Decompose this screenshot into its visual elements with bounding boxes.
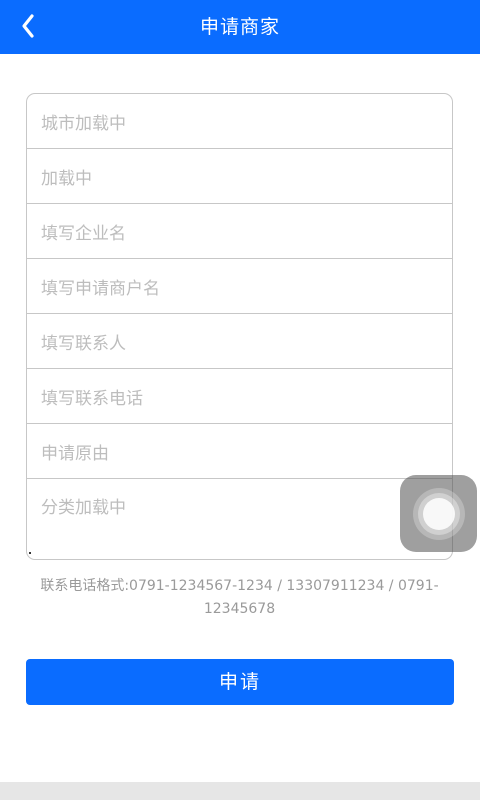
assistive-touch-button[interactable] — [400, 475, 477, 552]
header-bar: 申请商家 — [0, 0, 480, 54]
city-field[interactable]: 城市加载中 — [27, 94, 452, 149]
contact-phone-field[interactable]: 填写联系电话 — [27, 369, 452, 424]
category-field-placeholder: 分类加载中 — [41, 498, 126, 518]
bottom-bar — [0, 782, 480, 800]
phone-format-hint: 联系电话格式:0791-1234567-1234 / 13307911234 /… — [40, 578, 439, 617]
reason-field[interactable]: 申请原由 — [27, 424, 452, 479]
category-field[interactable]: 分类加载中 — [27, 479, 452, 559]
merchant-name-field[interactable]: 填写申请商户名 — [27, 259, 452, 314]
district-field[interactable]: 加载中 — [27, 149, 452, 204]
text-caret — [29, 552, 31, 554]
merchant-application-form: 城市加载中 加载中 填写企业名 填写申请商户名 填写联系人 填写联系电话 申请原… — [26, 93, 453, 560]
company-name-field[interactable]: 填写企业名 — [27, 204, 452, 259]
assistive-touch-icon — [412, 487, 465, 540]
contact-person-field[interactable]: 填写联系人 — [27, 314, 452, 369]
submit-button[interactable]: 申请 — [26, 659, 454, 705]
page-title: 申请商家 — [199, 16, 280, 38]
